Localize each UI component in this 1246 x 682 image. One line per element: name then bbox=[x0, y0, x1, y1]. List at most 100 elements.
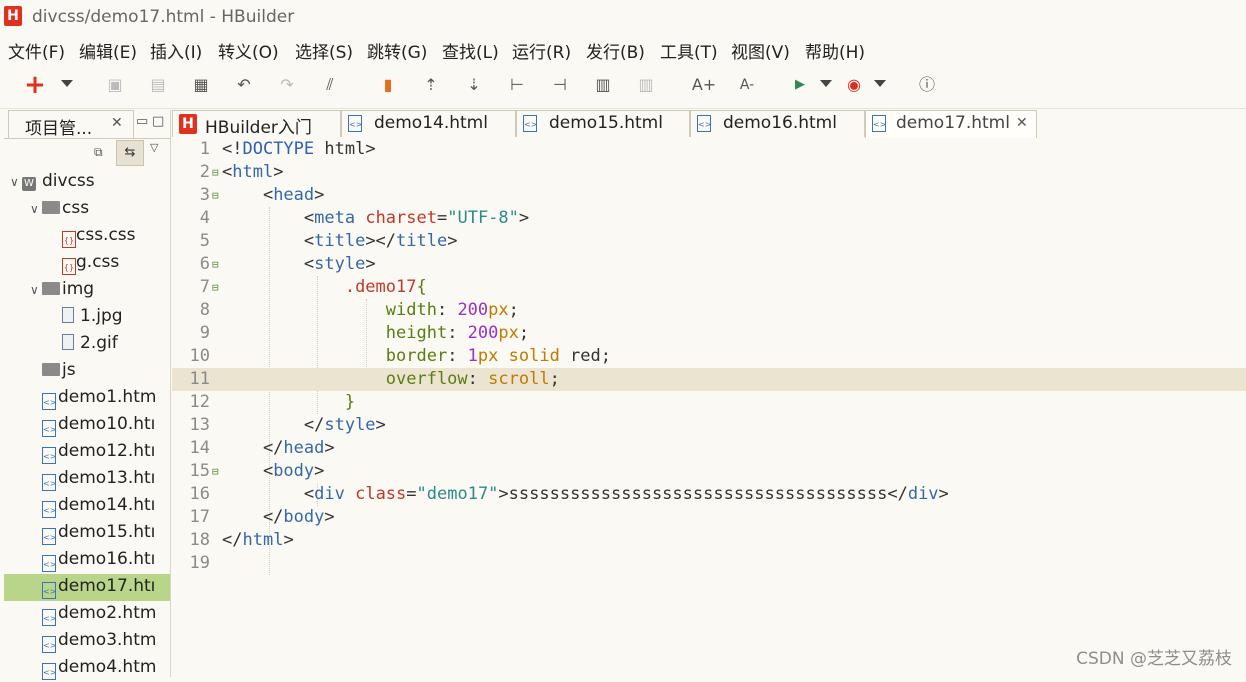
tree-item-html[interactable]: <>demo17.htı bbox=[4, 574, 170, 601]
chevron-down-icon[interactable]: ∨ bbox=[30, 202, 42, 216]
redo-icon[interactable]: ↷ bbox=[274, 72, 300, 98]
code-line[interactable]: 4 <meta charset="UTF-8"> bbox=[172, 207, 1246, 230]
menu-select[interactable]: 选择(S) bbox=[295, 38, 353, 63]
code-line[interactable]: 7 ⊟ .demo17{ bbox=[172, 276, 1246, 299]
tab-hbuilder-intro[interactable]: H HBuilder入门 bbox=[172, 110, 341, 138]
tree-item-html[interactable]: <>demo2.htm bbox=[4, 601, 170, 628]
tab-demo17[interactable]: <> demo17.html ✕ bbox=[865, 110, 1037, 139]
code-line[interactable]: 14 </head> bbox=[172, 437, 1246, 460]
code-line[interactable]: 5 <title></title> bbox=[172, 230, 1246, 253]
menu-tools[interactable]: 工具(T) bbox=[660, 38, 718, 63]
tree-item-folder[interactable]: ∨ img bbox=[4, 277, 170, 304]
fold-toggle-icon[interactable]: ⊟ bbox=[212, 460, 219, 483]
menu-view[interactable]: 视图(V) bbox=[731, 38, 790, 63]
code-line[interactable]: 3 ⊟ <head> bbox=[172, 184, 1246, 207]
maximize-icon[interactable]: □ bbox=[152, 114, 164, 129]
bookmark-icon[interactable]: ▮ bbox=[375, 72, 401, 98]
step-out-icon[interactable]: ⊣ bbox=[547, 72, 573, 98]
link-editor-icon[interactable]: ⇆ bbox=[116, 140, 144, 166]
tab-demo15[interactable]: <> demo15.html bbox=[516, 110, 690, 137]
tree-item-folder[interactable]: ∨ css bbox=[4, 196, 170, 223]
tree-item-html[interactable]: <>demo15.htı bbox=[4, 520, 170, 547]
print-preview-icon[interactable]: ▦ bbox=[188, 72, 214, 98]
tree-item-html[interactable]: <>demo4.htm bbox=[4, 655, 170, 682]
tree-item-css[interactable]: {} g.css bbox=[4, 250, 170, 277]
undo-icon[interactable]: ↶ bbox=[231, 72, 257, 98]
chevron-down-icon[interactable]: ∨ bbox=[10, 175, 22, 189]
new-dropdown-icon[interactable] bbox=[61, 80, 73, 87]
tree-item-html[interactable]: <>demo14.htı bbox=[4, 493, 170, 520]
menu-escape[interactable]: 转义(O) bbox=[218, 38, 279, 63]
code-token: < bbox=[222, 254, 315, 274]
new-icon[interactable]: + bbox=[22, 72, 48, 98]
menu-insert[interactable]: 插入(I) bbox=[150, 38, 202, 63]
code-line[interactable]: 12 } bbox=[172, 391, 1246, 414]
menu-run[interactable]: 运行(R) bbox=[512, 38, 571, 63]
code-editor[interactable]: 1 <!DOCTYPE html> 2 ⊟ <html> 3 ⊟ <head> 4 <meta… bbox=[172, 138, 1246, 677]
tab-demo16[interactable]: <> demo16.html bbox=[690, 110, 865, 137]
run-icon[interactable]: ▶ bbox=[787, 72, 813, 98]
menu-goto[interactable]: 跳转(G) bbox=[367, 38, 427, 63]
code-line[interactable]: 18 </html> bbox=[172, 529, 1246, 552]
comment-icon[interactable]: ▥ bbox=[590, 72, 616, 98]
info-icon[interactable]: ⓘ bbox=[914, 72, 940, 98]
font-decrease-icon[interactable]: A- bbox=[734, 72, 760, 98]
code-line[interactable]: 13 </style> bbox=[172, 414, 1246, 437]
menu-file[interactable]: 文件(F) bbox=[8, 38, 65, 63]
save-all-icon[interactable]: ▤ bbox=[145, 72, 171, 98]
code-line[interactable]: 2 ⊟ <html> bbox=[172, 161, 1246, 184]
tree-item-html[interactable]: <>demo16.htı bbox=[4, 547, 170, 574]
html-file-icon: <> bbox=[42, 609, 56, 626]
menu-publish[interactable]: 发行(B) bbox=[586, 38, 645, 63]
fold-toggle-icon[interactable]: ⊟ bbox=[212, 253, 219, 276]
import-icon[interactable]: ⇡ bbox=[418, 72, 444, 98]
code-text: } bbox=[222, 391, 355, 414]
tree-item-html[interactable]: <>demo12.htı bbox=[4, 439, 170, 466]
tree-item-image[interactable]: 2.gif bbox=[4, 331, 170, 358]
tree-item-html[interactable]: <>demo10.htı bbox=[4, 412, 170, 439]
code-token: html bbox=[232, 162, 274, 182]
run-dropdown-icon[interactable] bbox=[820, 80, 832, 87]
code-token: > bbox=[375, 415, 386, 435]
format-icon[interactable]: ⫽ bbox=[317, 72, 343, 98]
export-icon[interactable]: ⇣ bbox=[461, 72, 487, 98]
close-icon[interactable]: ✕ bbox=[111, 115, 123, 131]
code-line[interactable]: 15 ⊟ <body> bbox=[172, 460, 1246, 483]
browser-chrome-icon[interactable]: ◉ bbox=[841, 72, 867, 98]
chevron-down-icon[interactable]: ∨ bbox=[30, 283, 42, 297]
menu-edit[interactable]: 编辑(E) bbox=[79, 38, 137, 63]
tree-item-html[interactable]: <>demo3.htm bbox=[4, 628, 170, 655]
tree-item-html[interactable]: <>demo13.htı bbox=[4, 466, 170, 493]
font-increase-icon[interactable]: A+ bbox=[691, 72, 717, 98]
fold-toggle-icon[interactable]: ⊟ bbox=[212, 184, 219, 207]
code-line[interactable]: 19 bbox=[172, 552, 1246, 575]
code-line[interactable]: 8 width: 200px; bbox=[172, 299, 1246, 322]
code-line[interactable]: 6 ⊟ <style> bbox=[172, 253, 1246, 276]
browser-dropdown-icon[interactable] bbox=[874, 80, 886, 87]
code-line[interactable]: 11 overflow: scroll; bbox=[172, 368, 1246, 391]
uncomment-icon[interactable]: ▥ bbox=[633, 72, 659, 98]
code-line[interactable]: 16 <div class="demo17">sssssssssssssssss… bbox=[172, 483, 1246, 506]
code-token: charset bbox=[365, 208, 437, 228]
project-manager-tab[interactable]: 项目管... ✕ bbox=[8, 110, 134, 139]
tree-item-html[interactable]: <>demo1.htm bbox=[4, 385, 170, 412]
view-menu-icon[interactable]: ▽ bbox=[150, 141, 158, 154]
close-icon[interactable]: ✕ bbox=[1016, 115, 1028, 131]
code-line[interactable]: 17 </body> bbox=[172, 506, 1246, 529]
code-line[interactable]: 9 height: 200px; bbox=[172, 322, 1246, 345]
collapse-all-icon[interactable]: ⧉ bbox=[94, 145, 103, 160]
code-line[interactable]: 10 border: 1px solid red; bbox=[172, 345, 1246, 368]
tree-item-css[interactable]: {} css.css bbox=[4, 223, 170, 250]
fold-toggle-icon[interactable]: ⊟ bbox=[212, 161, 219, 184]
code-line[interactable]: 1 <!DOCTYPE html> bbox=[172, 138, 1246, 161]
save-icon[interactable]: ▣ bbox=[102, 72, 128, 98]
step-into-icon[interactable]: ⊢ bbox=[504, 72, 530, 98]
menu-find[interactable]: 查找(L) bbox=[442, 38, 499, 63]
tab-demo14[interactable]: <> demo14.html bbox=[341, 110, 516, 137]
tree-item-image[interactable]: 1.jpg bbox=[4, 304, 170, 331]
fold-toggle-icon[interactable]: ⊟ bbox=[212, 276, 219, 299]
minimize-icon[interactable]: ▭ bbox=[136, 114, 148, 129]
menu-help[interactable]: 帮助(H) bbox=[805, 38, 865, 63]
tree-item-project[interactable]: ∨ Wdivcss bbox=[4, 169, 170, 196]
tree-item-folder[interactable]: js bbox=[4, 358, 170, 385]
